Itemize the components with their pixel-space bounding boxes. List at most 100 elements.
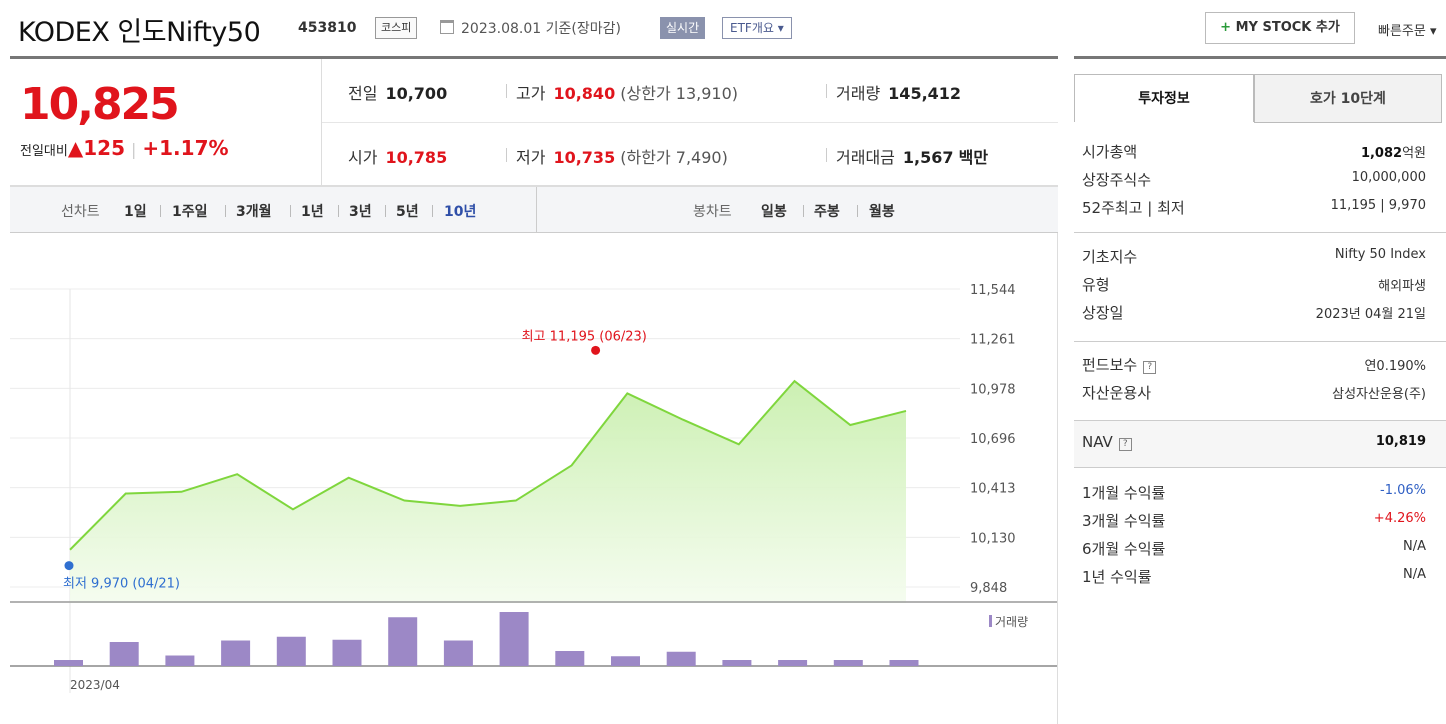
volume-legend: 거래량 xyxy=(995,615,1028,629)
divider xyxy=(322,122,1058,123)
change-percent: +1.17% xyxy=(142,136,229,160)
info-label: 1개월 수익률 xyxy=(1082,484,1166,502)
lower-limit: (하한가 7,490) xyxy=(620,148,728,167)
stat-label: 거래대금 xyxy=(836,148,895,167)
min-annotation: 최저 9,970 (04/21) xyxy=(63,577,180,592)
stat-open: 시가 10,785 xyxy=(348,144,447,168)
divider xyxy=(1074,232,1446,233)
volume-bar xyxy=(276,636,306,666)
tab-orderbook[interactable]: 호가 10단계 xyxy=(1254,74,1442,123)
stat-unit: 백만 xyxy=(958,148,989,167)
etf-overview-dropdown[interactable]: ETF개요 ▾ xyxy=(722,17,792,39)
volume-bar xyxy=(388,617,418,666)
info-value: +4.26% xyxy=(1373,511,1426,526)
stat-value: 10,785 xyxy=(385,148,448,167)
tab-1d[interactable]: 1일 xyxy=(124,201,147,221)
my-stock-label: MY STOCK 추가 xyxy=(1235,20,1340,35)
info-value: 11,195 | 9,970 xyxy=(1330,198,1426,213)
info-label: 유형 xyxy=(1082,276,1110,294)
tab-1y[interactable]: 1년 xyxy=(301,201,324,221)
change-label: 전일대비 xyxy=(20,144,68,159)
info-fee: 펀드보수? 연0.190% xyxy=(1082,354,1426,378)
tab-10y[interactable]: 10년 xyxy=(444,201,476,221)
tab-3m[interactable]: 3개월 xyxy=(236,201,272,221)
help-icon[interactable]: ? xyxy=(1143,361,1157,374)
divider xyxy=(1074,122,1254,123)
stat-prev: 전일 10,700 xyxy=(348,80,447,104)
price-chart[interactable]: 11,544 11,261 10,978 10,696 10,413 10,130 9,84… xyxy=(10,233,1058,724)
stat-value: 10,700 xyxy=(385,84,448,103)
volume-bar xyxy=(499,612,529,666)
volume-bar xyxy=(555,651,585,666)
y-tick-label: 11,544 xyxy=(970,283,1016,298)
nav-box: NAV? 10,819 xyxy=(1074,420,1446,468)
info-index: 기초지수 Nifty 50 Index xyxy=(1082,246,1426,270)
chart-period-tabs: 선차트 1일 1주일 3개월 1년 3년 5년 10년 봉차트 일봉 주봉 월봉 xyxy=(10,186,1058,233)
volume-bar xyxy=(666,651,696,666)
volume-bar xyxy=(833,660,863,666)
stat-label: 전일 xyxy=(348,84,378,103)
fee-label: 펀드보수 xyxy=(1082,356,1138,374)
tab-1w[interactable]: 1주일 xyxy=(172,201,208,221)
x-tick-label: 2023/04 xyxy=(70,678,120,692)
realtime-button[interactable]: 실시간 xyxy=(660,17,706,39)
max-point xyxy=(591,345,601,355)
plus-icon: + xyxy=(1220,20,1232,35)
stat-high: 고가 10,840 (상한가 13,910) xyxy=(516,80,738,104)
stat-value: 1,567 xyxy=(902,148,954,167)
volume-bar xyxy=(443,640,473,666)
page-header: KODEX 인도Nifty50 453810 코스피 2023.08.01 기준… xyxy=(0,0,1446,56)
tab-monthly[interactable]: 월봉 xyxy=(869,201,895,221)
info-value: 10,000,000 xyxy=(1351,170,1426,185)
tab-investment-info[interactable]: 투자정보 xyxy=(1074,74,1254,123)
divider xyxy=(857,205,858,217)
info-value: 삼성자산운용(주) xyxy=(1332,387,1426,402)
volume-bar xyxy=(165,655,195,666)
divider xyxy=(826,84,827,98)
info-value: -1.06% xyxy=(1380,483,1426,498)
volume-bar xyxy=(109,642,139,666)
stat-label: 저가 xyxy=(516,148,546,167)
stat-amount: 거래대금 1,567 백만 xyxy=(836,144,988,168)
divider xyxy=(1057,233,1058,724)
y-tick-label: 10,978 xyxy=(970,382,1016,397)
tab-weekly[interactable]: 주봉 xyxy=(814,201,840,221)
nav-value: 10,819 xyxy=(1375,434,1426,449)
divider xyxy=(826,148,827,162)
upper-limit: (상한가 13,910) xyxy=(620,84,739,103)
tab-3y[interactable]: 3년 xyxy=(349,201,372,221)
up-arrow-icon: ▲ xyxy=(67,136,84,160)
info-value: 10,819 xyxy=(1376,434,1426,449)
line-chart-label: 선차트 xyxy=(61,204,100,220)
info-value: 해외파생 xyxy=(1378,279,1426,294)
stat-low: 저가 10,735 (하한가 7,490) xyxy=(516,144,728,168)
info-label: NAV? xyxy=(1082,433,1132,451)
divider xyxy=(803,205,804,217)
stat-label: 시가 xyxy=(348,148,378,167)
market-cap-value: 1,082 xyxy=(1360,146,1403,161)
return-1y: 1년 수익률 N/A xyxy=(1082,566,1426,590)
help-icon[interactable]: ? xyxy=(1118,438,1132,451)
info-listed: 상장일 2023년 04월 21일 xyxy=(1082,302,1426,326)
info-label: 6개월 수익률 xyxy=(1082,540,1166,558)
return-1m: 1개월 수익률 -1.06% xyxy=(1082,482,1426,506)
y-tick-label: 10,696 xyxy=(970,432,1016,447)
stock-code: 453810 xyxy=(298,20,357,36)
info-label: 자산운용사 xyxy=(1082,384,1152,402)
return-6m: 6개월 수익률 N/A xyxy=(1082,538,1426,562)
quick-order-dropdown[interactable]: 빠른주문 ▾ xyxy=(1378,20,1437,39)
stat-volume: 거래량 145,412 xyxy=(836,80,961,104)
divider xyxy=(385,205,386,217)
info-52w: 52주최고 | 최저 11,195 | 9,970 xyxy=(1082,197,1426,221)
current-price: 10,825 xyxy=(20,79,180,130)
info-label: 3개월 수익률 xyxy=(1082,512,1166,530)
y-tick-label: 10,130 xyxy=(970,531,1016,546)
market-badge: 코스피 xyxy=(375,17,418,39)
volume-bar xyxy=(332,639,362,666)
divider xyxy=(506,84,507,98)
my-stock-add-button[interactable]: + MY STOCK 추가 xyxy=(1205,12,1355,44)
tab-5y[interactable]: 5년 xyxy=(396,201,419,221)
stock-title: KODEX 인도Nifty50 xyxy=(18,17,261,48)
tab-daily[interactable]: 일봉 xyxy=(761,201,787,221)
stat-value: 10,735 xyxy=(553,148,616,167)
